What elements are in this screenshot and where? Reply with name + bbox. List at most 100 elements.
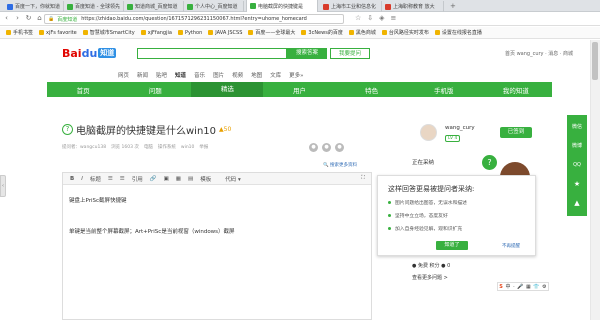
italic-button[interactable]: I <box>81 176 83 182</box>
nav-more[interactable]: 更多» <box>289 73 303 79</box>
popup-tip: 坚持中立立场，态度友好 <box>388 212 448 219</box>
user-top-links[interactable]: 首页 wang_cury · 消息 · 商城 <box>505 50 573 57</box>
tag-link[interactable]: 电脑 <box>144 145 153 150</box>
file-button[interactable]: ▤ <box>188 176 193 182</box>
bookmark-item[interactable]: 百度——全球最大 <box>248 29 295 36</box>
menu-icon[interactable]: ≡ <box>391 14 397 22</box>
nav-wenku[interactable]: 文库 <box>270 73 281 79</box>
more-questions-link[interactable]: 查看更多问题 > <box>412 274 448 281</box>
bookmark-item[interactable]: 台风路径实时发布 <box>381 29 429 36</box>
code-dropdown[interactable]: 代码 ▾ <box>225 175 241 183</box>
nav-my-zhidao[interactable]: 我的知道 <box>480 85 552 95</box>
baidu-zhidao-logo[interactable]: Baidu 知道 <box>62 47 117 60</box>
nav-tieba[interactable]: 贴吧 <box>156 73 167 79</box>
question-icon: ? <box>62 124 73 135</box>
nav-special[interactable]: 特色 <box>336 85 408 95</box>
tab-zhidao-home[interactable]: 百度知道 - 全球领先 <box>64 1 124 12</box>
more-share-icon[interactable]: ● <box>335 143 344 152</box>
tab-user-center[interactable]: 个人中心_百度知道 <box>184 1 244 12</box>
bookmark-item[interactable]: xjFs favorite <box>39 30 77 36</box>
search-more-link[interactable]: 🔍 搜索更多资料 <box>323 162 357 168</box>
forward-icon[interactable]: › <box>13 14 22 23</box>
home-icon[interactable]: ⌂ <box>35 14 44 23</box>
nav-zhidao[interactable]: 知道 <box>175 73 186 79</box>
bookmark-item[interactable]: Python <box>177 30 202 36</box>
bookmark-item[interactable]: JAVA JSCSS <box>208 30 242 36</box>
bookmark-item[interactable]: 3cNews的百度 <box>301 29 343 36</box>
answer-editor[interactable]: B I 标题 ☰ ☰ 引用 🔗 ▣ ▦ ▤ 模板 代码 ▾ ⛶ 键盘上PriSc… <box>62 172 372 320</box>
got-it-button[interactable]: 知道了 <box>436 241 468 250</box>
extension-icon[interactable]: ◈ <box>379 14 384 22</box>
tab-shanghai-industry[interactable]: 上海市工业和信息化 <box>320 1 382 12</box>
tab-baidu[interactable]: 百度一下，你就知道 <box>4 1 64 12</box>
nav-news[interactable]: 新闻 <box>137 73 148 79</box>
ordered-list-button[interactable]: ☰ <box>108 176 113 182</box>
table-button[interactable]: ▦ <box>176 176 181 182</box>
star-icon[interactable]: ☆ <box>355 14 361 22</box>
keyboard-icon[interactable]: ▦ <box>526 284 531 290</box>
bookmark-item[interactable]: 黑色商城 <box>348 29 376 36</box>
url-input[interactable]: 🔒 百度知道 https://zhidao.baidu.com/question… <box>44 14 344 24</box>
bookmark-item[interactable]: xjFfangjia <box>140 30 172 36</box>
ime-punct-icon[interactable]: · <box>513 284 515 290</box>
back-icon[interactable]: ‹ <box>2 14 11 23</box>
fullscreen-icon[interactable]: ⛶ <box>361 175 365 182</box>
signin-button[interactable]: 已签到 <box>500 127 532 138</box>
nav-video[interactable]: 视频 <box>232 73 243 79</box>
collapse-handle[interactable]: ‹ <box>0 175 6 197</box>
back-to-top-icon[interactable]: ▲ <box>574 196 579 210</box>
page-scrollbar[interactable] <box>590 40 600 320</box>
mic-icon[interactable]: 🎤 <box>517 284 523 290</box>
quote-button[interactable]: 引用 <box>132 175 143 183</box>
tab-zhidao-mall[interactable]: 知道商城_百度知道 <box>124 1 184 12</box>
link-button[interactable]: 🔗 <box>150 176 157 182</box>
search-answer-button[interactable]: 搜索答案 <box>287 48 327 59</box>
new-tab-icon[interactable]: + <box>450 2 456 10</box>
asker-link[interactable]: 提问者：wangcu138 <box>62 145 106 150</box>
image-button[interactable]: ▣ <box>164 176 169 182</box>
no-remind-link[interactable]: 不再提醒 <box>502 243 520 249</box>
refresh-icon[interactable]: ↻ <box>24 14 33 23</box>
tag-link[interactable]: 操作系统 <box>158 145 176 150</box>
unordered-list-button[interactable]: ☰ <box>120 176 125 182</box>
tab-active-question[interactable]: 电脑截屏的快捷键是 <box>246 0 318 12</box>
wechat-icon[interactable]: 微信 <box>572 120 582 134</box>
nav-featured[interactable]: 精选 <box>191 82 264 97</box>
bold-button[interactable]: B <box>70 176 74 182</box>
search-input[interactable] <box>137 48 287 59</box>
nav-mobile[interactable]: 手机版 <box>408 85 480 95</box>
scrollbar-thumb[interactable] <box>592 42 598 80</box>
sogou-icon[interactable]: S <box>499 284 503 290</box>
star-icon[interactable]: ★ <box>574 177 580 191</box>
nav-map[interactable]: 地图 <box>251 73 262 79</box>
nav-images[interactable]: 图片 <box>213 73 224 79</box>
qq-icon[interactable]: QQ <box>573 158 581 172</box>
nav-web[interactable]: 网页 <box>118 73 129 79</box>
url-text: https://zhidao.baidu.com/question/167157… <box>81 16 307 22</box>
skin-icon[interactable]: 👕 <box>533 284 539 290</box>
nav-music[interactable]: 音乐 <box>194 73 205 79</box>
template-button[interactable]: 模板 <box>200 175 211 183</box>
tag-link[interactable]: win10 <box>181 145 195 150</box>
bullet-icon <box>388 214 391 217</box>
share-buttons: ● ● ● <box>305 143 344 152</box>
report-link[interactable]: 举报 <box>199 145 208 150</box>
settings-icon[interactable]: ⚙ <box>542 284 546 290</box>
tab-shanghai-title[interactable]: 上海职称教育 放大 <box>382 1 444 12</box>
heading-button[interactable]: 标题 <box>90 175 101 183</box>
nav-home[interactable]: 首页 <box>47 85 119 95</box>
ime-lang-toggle[interactable]: 中 <box>505 283 510 290</box>
ask-question-button[interactable]: 我要提问 <box>330 48 370 59</box>
bookmark-item[interactable]: 智慧城市SmartCity <box>82 29 135 36</box>
bookmark-item[interactable]: 设置在线报名直播 <box>434 29 482 36</box>
username[interactable]: wang_cury <box>445 125 475 131</box>
download-icon[interactable]: ⇩ <box>367 14 373 22</box>
folder-icon <box>82 30 88 35</box>
avatar[interactable] <box>420 124 437 141</box>
nav-questions[interactable]: 问题 <box>119 85 191 95</box>
bookmark-item[interactable]: 手机书签 <box>6 29 33 36</box>
weibo-icon[interactable]: 微博 <box>572 139 582 153</box>
nav-users[interactable]: 用户 <box>263 85 335 95</box>
weibo-share-icon[interactable]: ● <box>322 143 331 152</box>
wechat-share-icon[interactable]: ● <box>309 143 318 152</box>
